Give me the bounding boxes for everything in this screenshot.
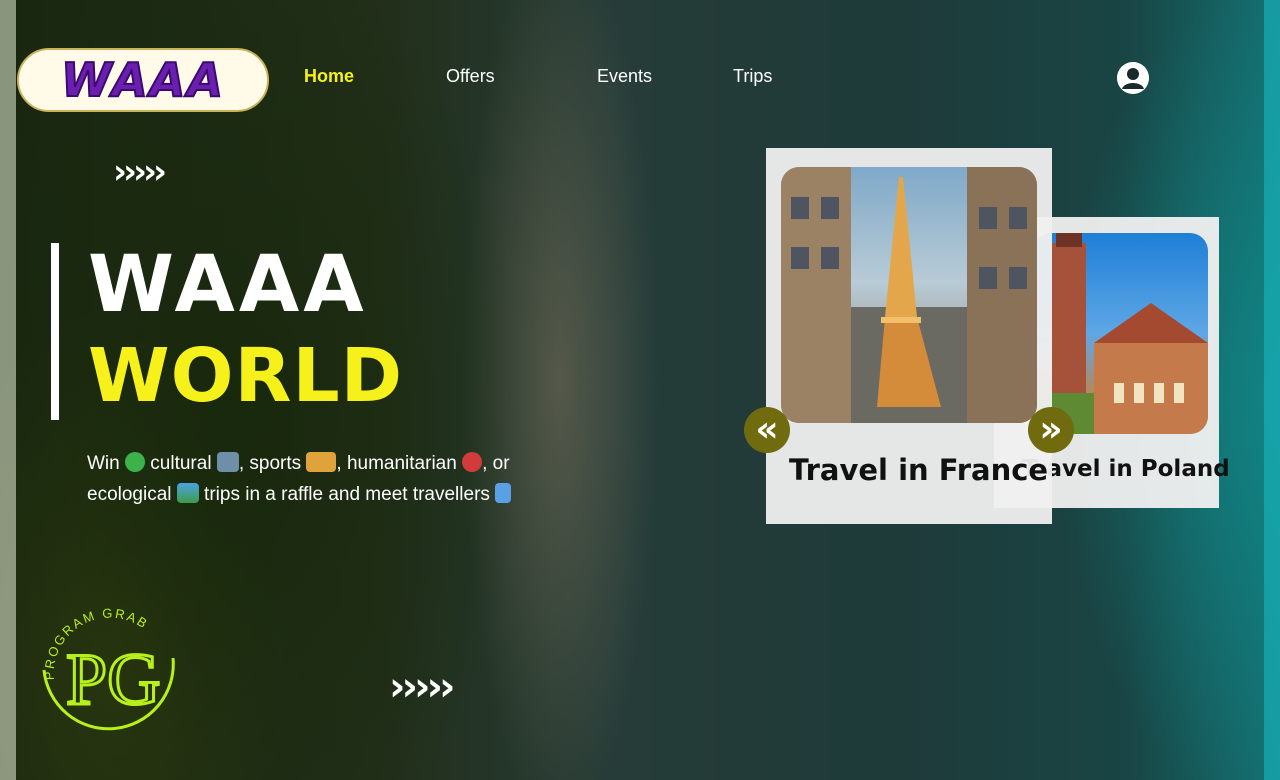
nav-offers[interactable]: Offers	[446, 66, 495, 87]
logo[interactable]: WAAA	[17, 48, 269, 112]
carousel-prev-button[interactable]: «	[744, 407, 790, 453]
double-chevron-right-icon: »	[1039, 409, 1063, 450]
nav-events[interactable]: Events	[597, 66, 652, 87]
card-france-title: Travel in France	[789, 453, 1049, 487]
clover-icon	[125, 452, 146, 472]
desc-text: , humanitarian	[336, 453, 463, 474]
eiffel-tower-photo	[781, 167, 1037, 423]
logo-text: WAAA	[60, 52, 225, 108]
card-poland-title: Travel in Poland	[1022, 456, 1230, 482]
nav-home[interactable]: Home	[304, 66, 354, 87]
eiffel-tower-illustration	[781, 167, 1037, 423]
program-grab-badge[interactable]: PROGRAM GRAB PG	[36, 600, 178, 746]
double-chevron-left-icon: «	[755, 409, 779, 450]
right-edge-strip	[1264, 0, 1280, 780]
hero-accent-bar	[51, 243, 59, 420]
polish-town-hall-photo	[1034, 233, 1208, 434]
card-france[interactable]: Travel in France	[766, 148, 1052, 524]
nav-trips[interactable]: Trips	[733, 66, 772, 87]
desc-text: , sports	[238, 453, 307, 474]
user-circle-icon	[1117, 62, 1149, 94]
town-hall-illustration	[1034, 233, 1208, 434]
hero-chevrons-icon: ›››››	[113, 152, 167, 192]
clipboard-icon	[495, 483, 512, 503]
desc-text: trips in a raffle and meet travellers	[198, 484, 496, 505]
desc-text: cultural	[145, 453, 217, 474]
hero-title-line1: WAAA	[88, 240, 368, 330]
hero-title-line2: WORLD	[88, 333, 404, 419]
hero-description: Win cultural , sports , humanitarian , o…	[87, 448, 587, 510]
national-park-icon	[176, 483, 199, 503]
footer-chevrons-icon: ›››››	[389, 664, 455, 710]
desc-text: Win	[87, 453, 120, 474]
rescue-helmet-icon	[462, 452, 483, 472]
carousel-next-button[interactable]: »	[1028, 407, 1074, 453]
program-grab-logo-icon: PROGRAM GRAB PG	[42, 606, 175, 731]
left-edge-strip	[0, 0, 16, 780]
castle-icon	[216, 452, 239, 472]
runners-icon	[306, 452, 337, 472]
badge-initials: PG	[66, 639, 161, 721]
user-icon[interactable]	[1117, 62, 1149, 94]
